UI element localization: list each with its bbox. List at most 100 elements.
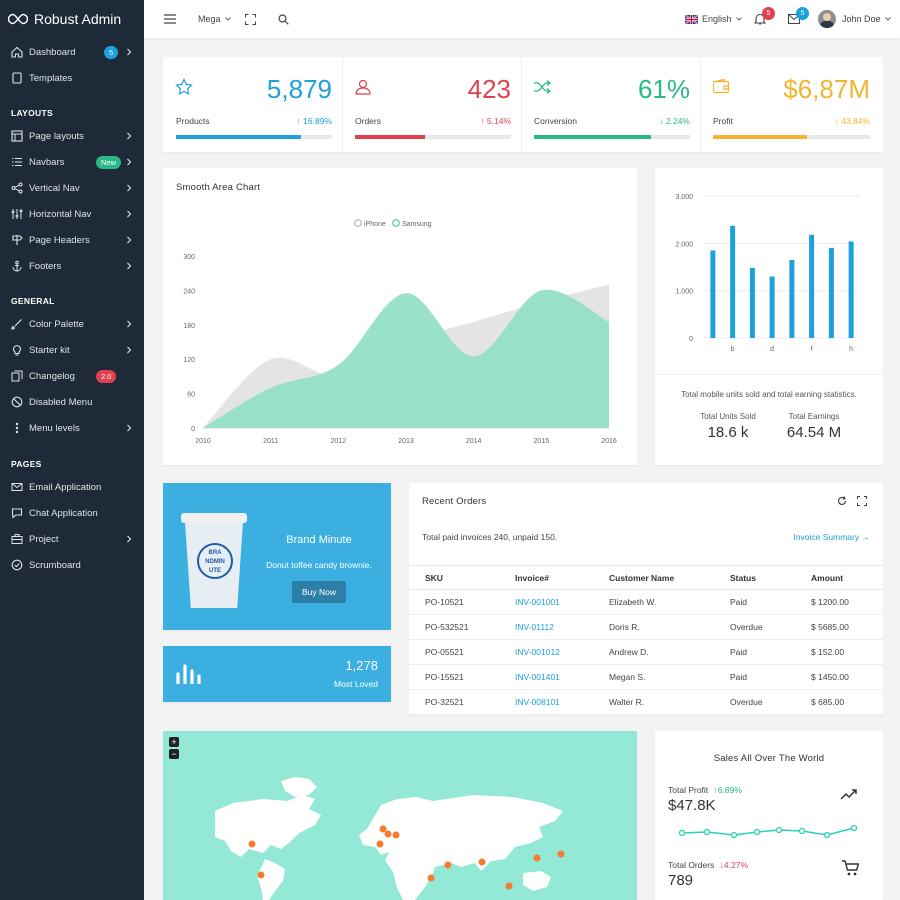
notification-count-badge: 5 [762, 7, 775, 20]
x-tick-label: 2011 [263, 438, 278, 445]
status-cell: Overdue [730, 697, 763, 707]
sidebar-item-menu-levels[interactable]: Menu levels [0, 416, 144, 440]
sidebar-badge: 2.0 [96, 370, 117, 383]
menu-toggle-button[interactable] [164, 0, 176, 38]
customer-cell: Elizabeth W. [609, 597, 657, 607]
bar [710, 250, 716, 338]
uk-flag-icon [685, 14, 698, 24]
sidebar-item-page-headers[interactable]: Page Headers [0, 228, 144, 252]
orders-table: SKU Invoice# Customer Name Status Amount PO-1… [409, 565, 883, 715]
status-cell: Overdue [730, 622, 763, 632]
sidebar: Robust Admin Dashboard 5 Templates LAYOUTS P… [0, 0, 144, 900]
column-header[interactable]: Invoice# [501, 566, 595, 590]
promo-card: BRA NDMIN UTE Brand Minute Donut toffee … [163, 483, 391, 630]
column-header[interactable]: SKU [409, 566, 501, 590]
fullscreen-button[interactable] [245, 0, 256, 38]
sidebar-item-disabled-menu[interactable]: Disabled Menu [0, 390, 144, 414]
invoice-link[interactable]: INV-001401 [501, 665, 595, 690]
invoice-summary-link[interactable]: Invoice Summary → [793, 532, 870, 542]
chevron-down-icon [224, 17, 231, 21]
sidebar-item-vertical-nav[interactable]: Vertical Nav [0, 176, 144, 200]
buy-now-button[interactable]: Buy Now [292, 581, 346, 603]
profit-sparkline [678, 824, 858, 839]
stat-change: ↑ 5.14% [480, 116, 511, 126]
sidebar-item-page-layouts[interactable]: Page layouts [0, 124, 144, 148]
message-count-badge: 5 [796, 7, 809, 20]
invoice-link[interactable]: INV-001001 [501, 590, 595, 615]
mega-menu-dropdown[interactable]: Mega [198, 0, 232, 38]
stat-progress [713, 135, 870, 139]
invoice-link[interactable]: INV-008101 [501, 690, 595, 715]
sidebar-item-dashboard[interactable]: Dashboard 5 [0, 40, 144, 64]
chevron-right-icon [124, 209, 134, 219]
ban-icon [11, 396, 23, 408]
bar-chart: 0 1.000 2.000 3.000 b d f h [675, 194, 861, 353]
amount-cell: $ 5685.00 [811, 622, 849, 632]
arrow-up-icon: ↑ [480, 116, 487, 126]
status-cell: Paid [730, 597, 748, 607]
amount-cell: $ 685.00 [811, 697, 845, 707]
invoice-summary-label: Invoice Summary [793, 532, 860, 542]
sku-cell: PO-05521 [425, 647, 464, 657]
chevron-right-icon [124, 131, 134, 141]
total-orders-pct: 4.27% [723, 860, 749, 870]
stat-products: 5,879 Products ↑ 16.89% [163, 57, 343, 152]
cart-icon [842, 860, 859, 876]
sidebar-item-starter-kit[interactable]: Starter kit [0, 338, 144, 362]
sidebar-item-project[interactable]: Project [0, 527, 144, 551]
star-icon [175, 78, 193, 96]
sidebar-item-color-palette[interactable]: Color Palette [0, 312, 144, 336]
most-loved-card: 1,278 Most Loved [163, 646, 391, 702]
customer-cell: Doris R. [609, 622, 640, 632]
bar-chart-icon [176, 664, 201, 684]
column-header[interactable]: Status [716, 566, 797, 590]
stat-label: Conversion [534, 116, 577, 126]
y-tick-label: 180 [183, 323, 195, 330]
bar-chart-caption: Total mobile units sold and total earnin… [681, 390, 857, 399]
column-header[interactable]: Customer Name [595, 566, 716, 590]
area-series-samsung [203, 289, 609, 428]
search-button[interactable] [278, 0, 289, 38]
sku-cell: PO-10521 [425, 597, 464, 607]
sidebar-item-scrumboard[interactable]: Scrumboard [0, 553, 144, 577]
x-tick-label: 2013 [398, 438, 414, 445]
customer-cell: Andrew D. [609, 647, 649, 657]
brand[interactable]: Robust Admin [0, 0, 144, 38]
sidebar-item-changelog[interactable]: Changelog 2.0 [0, 364, 144, 388]
amount-cell: $ 152.00 [811, 647, 845, 657]
table-row[interactable]: PO-15521 INV-001401 Megan S. Paid $ 1450.00 [409, 665, 883, 690]
sidebar-section-title: GENERAL [11, 296, 55, 306]
total-orders-label: Total Orders [668, 860, 715, 870]
promo-text: Donut toffee candy brownie. [266, 560, 372, 570]
sidebar-item-chat-application[interactable]: Chat Application [0, 501, 144, 525]
y-tick-label: 240 [183, 288, 195, 295]
column-header[interactable]: Amount [797, 566, 883, 590]
stat-label: Orders [355, 116, 381, 126]
refresh-icon[interactable] [837, 496, 847, 506]
sku-cell: PO-32521 [425, 697, 464, 707]
infinity-logo-icon [8, 13, 28, 25]
sidebar-item-templates[interactable]: Templates [0, 66, 144, 90]
table-row[interactable]: PO-05521 INV-001012 Andrew D. Paid $ 152.00 [409, 640, 883, 665]
x-tick-label: 2012 [331, 438, 347, 445]
sidebar-section-title: LAYOUTS [11, 108, 53, 118]
total-orders-value: 789 [668, 872, 694, 889]
invoice-link[interactable]: INV-01112 [501, 615, 595, 640]
table-row[interactable]: PO-532521 INV-01112 Doris R. Overdue $ 5685.… [409, 615, 883, 640]
sidebar-item-horizontal-nav[interactable]: Horizontal Nav [0, 202, 144, 226]
sidebar-item-label: Menu levels [29, 422, 80, 434]
sidebar-item-label: Changelog [29, 370, 75, 382]
coffee-cup-image: BRA NDMIN UTE [181, 513, 249, 613]
sidebar-item-footers[interactable]: Footers [0, 254, 144, 278]
stat-progress [534, 135, 690, 139]
sidebar-item-email-application[interactable]: Email Application [0, 475, 144, 499]
user-menu-dropdown[interactable]: John Doe [818, 0, 892, 38]
table-row[interactable]: PO-10521 INV-001001 Elizabeth W. Paid $ 1200… [409, 590, 883, 615]
invoice-link[interactable]: INV-001012 [501, 640, 595, 665]
sidebar-item-navbars[interactable]: Navbars New [0, 150, 144, 174]
language-dropdown[interactable]: English [685, 0, 743, 38]
sidebar-item-label: Chat Application [29, 507, 98, 519]
table-row[interactable]: PO-32521 INV-008101 Walter R. Overdue $ 685.… [409, 690, 883, 715]
stat-progress [176, 135, 332, 139]
expand-icon[interactable] [857, 496, 867, 506]
